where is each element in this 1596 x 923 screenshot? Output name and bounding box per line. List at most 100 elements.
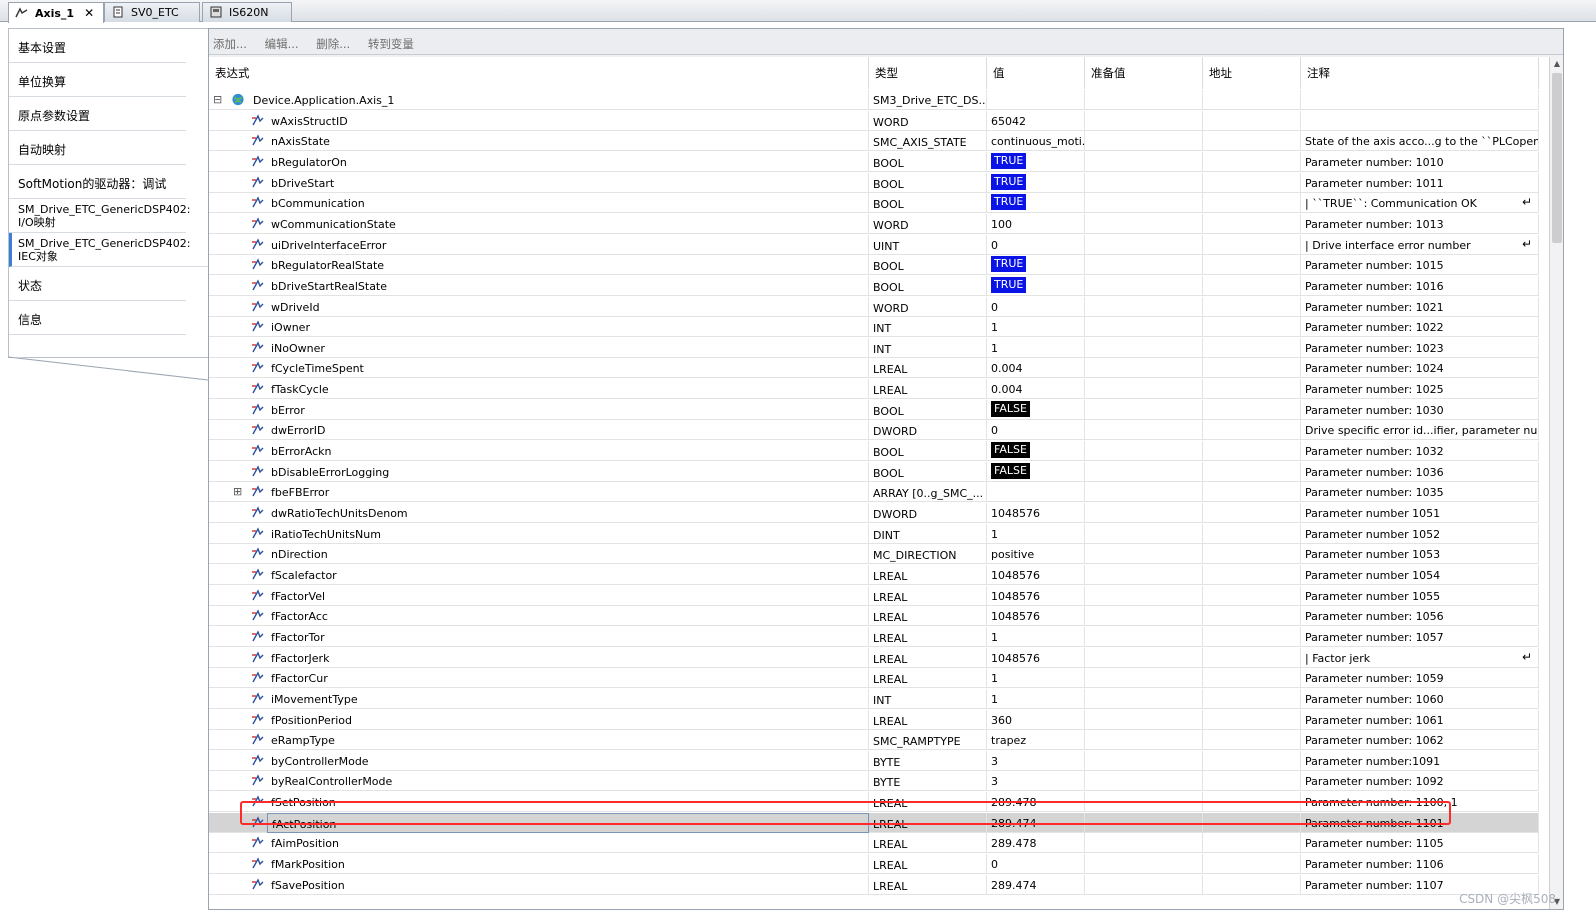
value-cell[interactable]: 1 xyxy=(987,626,1085,647)
value-cell[interactable]: TRUE xyxy=(987,275,1085,296)
sidebar-item[interactable]: 原点参数设置 xyxy=(9,97,186,131)
edit-button[interactable]: 编辑... xyxy=(265,37,299,51)
prepared-value-cell[interactable] xyxy=(1085,750,1203,771)
prepared-value-cell[interactable] xyxy=(1085,441,1203,462)
expression-cell[interactable]: bError xyxy=(267,399,869,420)
value-cell[interactable]: 1048576 xyxy=(987,585,1085,606)
prepared-value-cell[interactable] xyxy=(1085,461,1203,482)
sidebar-item[interactable]: 基本设置 xyxy=(9,29,186,63)
expression-cell[interactable]: fFactorCur xyxy=(267,668,869,689)
prepared-value-cell[interactable] xyxy=(1085,709,1203,730)
value-cell[interactable]: 1 xyxy=(987,523,1085,544)
value-cell[interactable]: 0.004 xyxy=(987,358,1085,379)
prepared-value-cell[interactable] xyxy=(1085,420,1203,441)
value-cell[interactable]: FALSE xyxy=(987,441,1085,462)
expression-cell[interactable]: nDirection xyxy=(267,544,869,565)
column-header-expression[interactable]: 表达式 xyxy=(209,57,869,89)
prepared-value-cell[interactable] xyxy=(1085,275,1203,296)
table-row[interactable]: fFactorAcc LREAL 1048576 Parameter number: … xyxy=(209,606,1539,627)
prepared-value-cell[interactable] xyxy=(1085,172,1203,193)
prepared-value-cell[interactable] xyxy=(1085,503,1203,523)
expression-cell[interactable]: bErrorAckn xyxy=(267,441,869,462)
table-row-root[interactable]: ⊟ Device.Application.Axis_1 SM3_Drive_ETC_… xyxy=(209,90,1539,110)
value-cell[interactable]: TRUE xyxy=(987,193,1085,214)
expression-cell[interactable]: dwRatioTechUnitsDenom xyxy=(267,503,869,523)
prepared-value-cell[interactable] xyxy=(1085,379,1203,400)
value-cell[interactable]: 1 xyxy=(987,337,1085,358)
value-cell[interactable]: 100 xyxy=(987,213,1085,234)
prepared-value-cell[interactable] xyxy=(1085,213,1203,234)
value-cell[interactable]: 289.478 xyxy=(987,833,1085,854)
sidebar-item[interactable]: SoftMotion的驱动器：调试 xyxy=(9,165,186,199)
expression-cell[interactable]: fScalefactor xyxy=(267,564,869,585)
prepared-value-cell[interactable] xyxy=(1085,399,1203,420)
value-cell[interactable]: 1048576 xyxy=(987,606,1085,627)
table-row[interactable]: ⊞ fbeFBError ARRAY [0..g_SMC_... Parameter … xyxy=(209,482,1539,503)
prepared-value-cell[interactable] xyxy=(1085,131,1203,152)
table-row[interactable]: byRealControllerMode BYTE 3 Parameter numbe… xyxy=(209,771,1539,792)
table-row[interactable]: bRegulatorOn BOOL TRUE Parameter number: 10… xyxy=(209,151,1539,172)
vertical-scrollbar[interactable]: ▲ ▼ xyxy=(1549,57,1563,909)
table-row[interactable]: bCommunication BOOL TRUE | ``TRUE``: Commun… xyxy=(209,193,1539,214)
expression-cell[interactable]: fFactorJerk xyxy=(267,647,869,668)
value-cell[interactable]: 0 xyxy=(987,854,1085,875)
expression-cell[interactable]: fTaskCycle xyxy=(267,379,869,400)
goto-variable-button[interactable]: 转到变量 xyxy=(368,37,414,51)
table-row[interactable]: nAxisState SMC_AXIS_STATE continuous_moti.… xyxy=(209,131,1539,152)
table-row[interactable]: fScalefactor LREAL 1048576 Parameter number… xyxy=(209,564,1539,585)
table-row[interactable]: wAxisStructID WORD 65042 xyxy=(209,110,1539,131)
prepared-value-cell[interactable] xyxy=(1085,874,1203,895)
expression-cell[interactable]: bRegulatorOn xyxy=(267,151,869,172)
expression-cell[interactable]: iNoOwner xyxy=(267,337,869,358)
table-row[interactable]: eRampType SMC_RAMPTYPE trapez Parameter num… xyxy=(209,730,1539,751)
tab-sv0-etc[interactable]: SV0_ETC xyxy=(104,2,200,22)
table-row[interactable]: iRatioTechUnitsNum DINT 1 Parameter number … xyxy=(209,523,1539,544)
table-row[interactable]: fFactorCur LREAL 1 Parameter number: 1059 xyxy=(209,668,1539,689)
expression-cell[interactable]: wCommunicationState xyxy=(267,213,869,234)
tab-is620n[interactable]: IS620N xyxy=(202,2,292,22)
column-header-comment[interactable]: 注释 xyxy=(1301,57,1539,89)
prepared-value-cell[interactable] xyxy=(1085,523,1203,544)
expression-cell[interactable]: fbeFBError xyxy=(267,482,869,503)
expression-cell[interactable]: bDriveStartRealState xyxy=(267,275,869,296)
value-cell[interactable]: 1 xyxy=(987,688,1085,709)
expression-cell[interactable]: iRatioTechUnitsNum xyxy=(267,523,869,544)
sidebar-item[interactable]: SM_Drive_ETC_GenericDSP402: I/O映射 xyxy=(9,199,190,233)
column-header-value[interactable]: 值 xyxy=(987,57,1085,89)
sidebar-item[interactable]: SM_Drive_ETC_GenericDSP402: IEC对象 xyxy=(9,233,208,267)
add-button[interactable]: 添加... xyxy=(213,37,247,51)
value-cell[interactable]: 1 xyxy=(987,317,1085,338)
sidebar-item[interactable]: 自动映射 xyxy=(9,131,186,165)
sidebar-item[interactable]: 状态 xyxy=(9,267,186,301)
table-row[interactable]: nDirection MC_DIRECTION positive Parameter … xyxy=(209,544,1539,565)
prepared-value-cell[interactable] xyxy=(1085,771,1203,792)
expression-cell[interactable]: bDriveStart xyxy=(267,172,869,193)
table-row[interactable]: uiDriveInterfaceError UINT 0 | Drive interf… xyxy=(209,234,1539,255)
table-row[interactable]: dwRatioTechUnitsDenom DWORD 1048576 Paramet… xyxy=(209,503,1539,523)
column-header-prepared-value[interactable]: 准备值 xyxy=(1085,57,1203,89)
column-header-type[interactable]: 类型 xyxy=(869,57,987,89)
expand-toggle-icon[interactable]: ⊞ xyxy=(233,485,242,498)
value-cell[interactable]: trapez xyxy=(987,730,1085,751)
table-row[interactable]: bErrorAckn BOOL FALSE Parameter number: 103… xyxy=(209,441,1539,462)
expression-cell[interactable]: fFactorTor xyxy=(267,626,869,647)
table-row[interactable]: dwErrorID DWORD 0 Drive specific error id..… xyxy=(209,420,1539,441)
prepared-value-cell[interactable] xyxy=(1085,668,1203,689)
close-icon[interactable]: ✕ xyxy=(84,6,94,20)
value-cell[interactable]: 0 xyxy=(987,420,1085,441)
value-cell[interactable]: 0 xyxy=(987,234,1085,255)
table-row[interactable]: byControllerMode BYTE 3 Parameter number:10… xyxy=(209,750,1539,771)
expression-cell[interactable]: nAxisState xyxy=(267,131,869,152)
prepared-value-cell[interactable] xyxy=(1085,688,1203,709)
table-row[interactable]: fCycleTimeSpent LREAL 0.004 Parameter numbe… xyxy=(209,358,1539,379)
delete-button[interactable]: 删除... xyxy=(316,37,350,51)
prepared-value-cell[interactable] xyxy=(1085,296,1203,317)
prepared-value-cell[interactable] xyxy=(1085,255,1203,276)
value-cell[interactable]: 360 xyxy=(987,709,1085,730)
expression-cell[interactable]: bRegulatorRealState xyxy=(267,255,869,276)
table-row[interactable]: wDriveId WORD 0 Parameter number: 1021 xyxy=(209,296,1539,317)
expression-cell[interactable]: wDriveId xyxy=(267,296,869,317)
table-row[interactable]: bRegulatorRealState BOOL TRUE Parameter num… xyxy=(209,255,1539,276)
value-cell[interactable]: 0 xyxy=(987,296,1085,317)
prepared-value-cell[interactable] xyxy=(1085,626,1203,647)
